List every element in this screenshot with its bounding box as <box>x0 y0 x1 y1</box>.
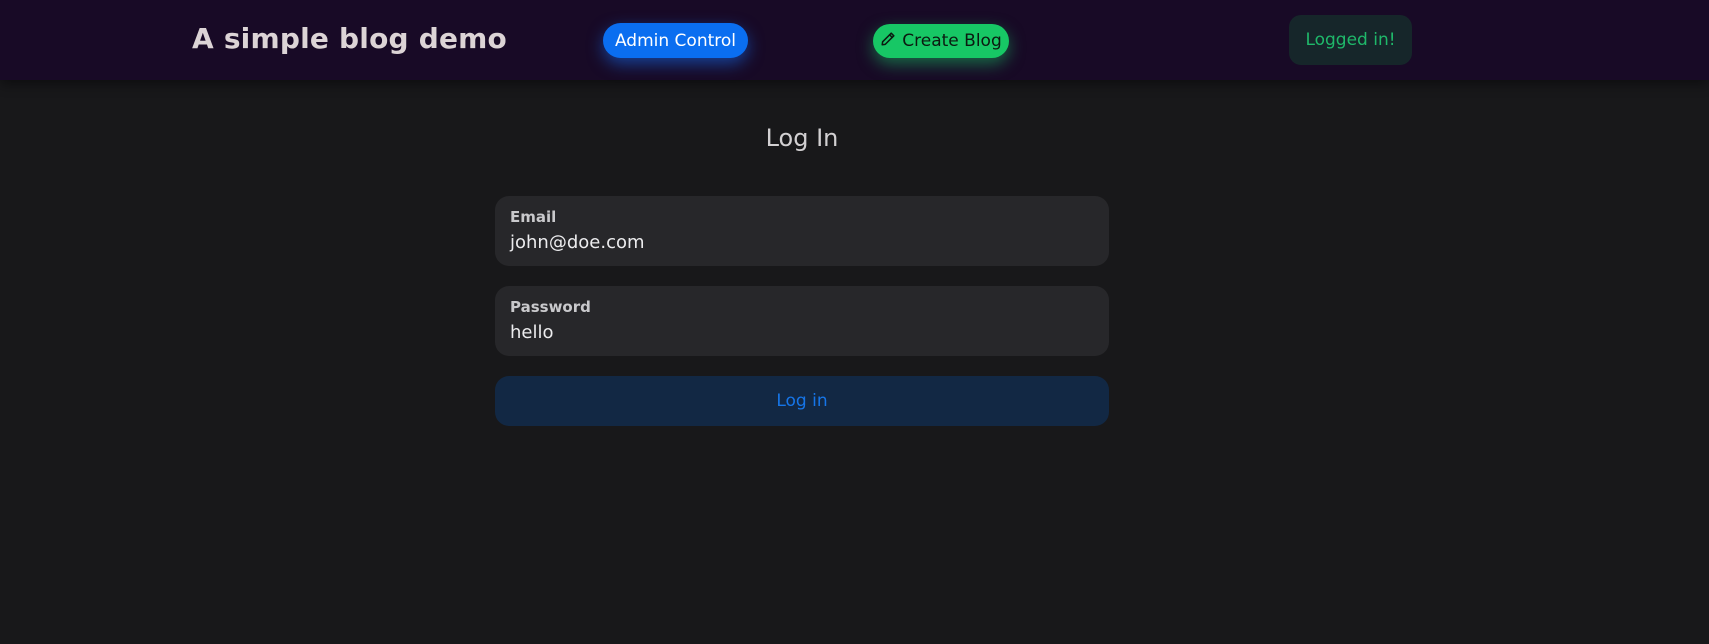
create-blog-label: Create Blog <box>902 31 1002 51</box>
admin-control-label: Admin Control <box>614 30 737 51</box>
admin-control-button[interactable]: Admin Control <box>603 23 748 58</box>
password-label: Password <box>510 298 591 316</box>
login-submit-button[interactable]: Log in <box>495 376 1109 426</box>
password-field[interactable]: Password hello <box>495 286 1109 356</box>
email-input[interactable]: john@doe.com <box>510 232 645 253</box>
pencil-icon <box>880 31 896 52</box>
create-blog-button[interactable]: Create Blog <box>873 24 1009 58</box>
login-status-badge: Logged in! <box>1289 15 1412 65</box>
login-submit-label: Log in <box>776 391 828 411</box>
email-field[interactable]: Email john@doe.com <box>495 196 1109 266</box>
site-brand-title[interactable]: A simple blog demo <box>192 22 507 55</box>
password-input[interactable]: hello <box>510 322 554 343</box>
top-navbar: A simple blog demo Admin Control Create … <box>0 0 1709 80</box>
email-label: Email <box>510 208 557 226</box>
page-title: Log In <box>765 124 839 152</box>
